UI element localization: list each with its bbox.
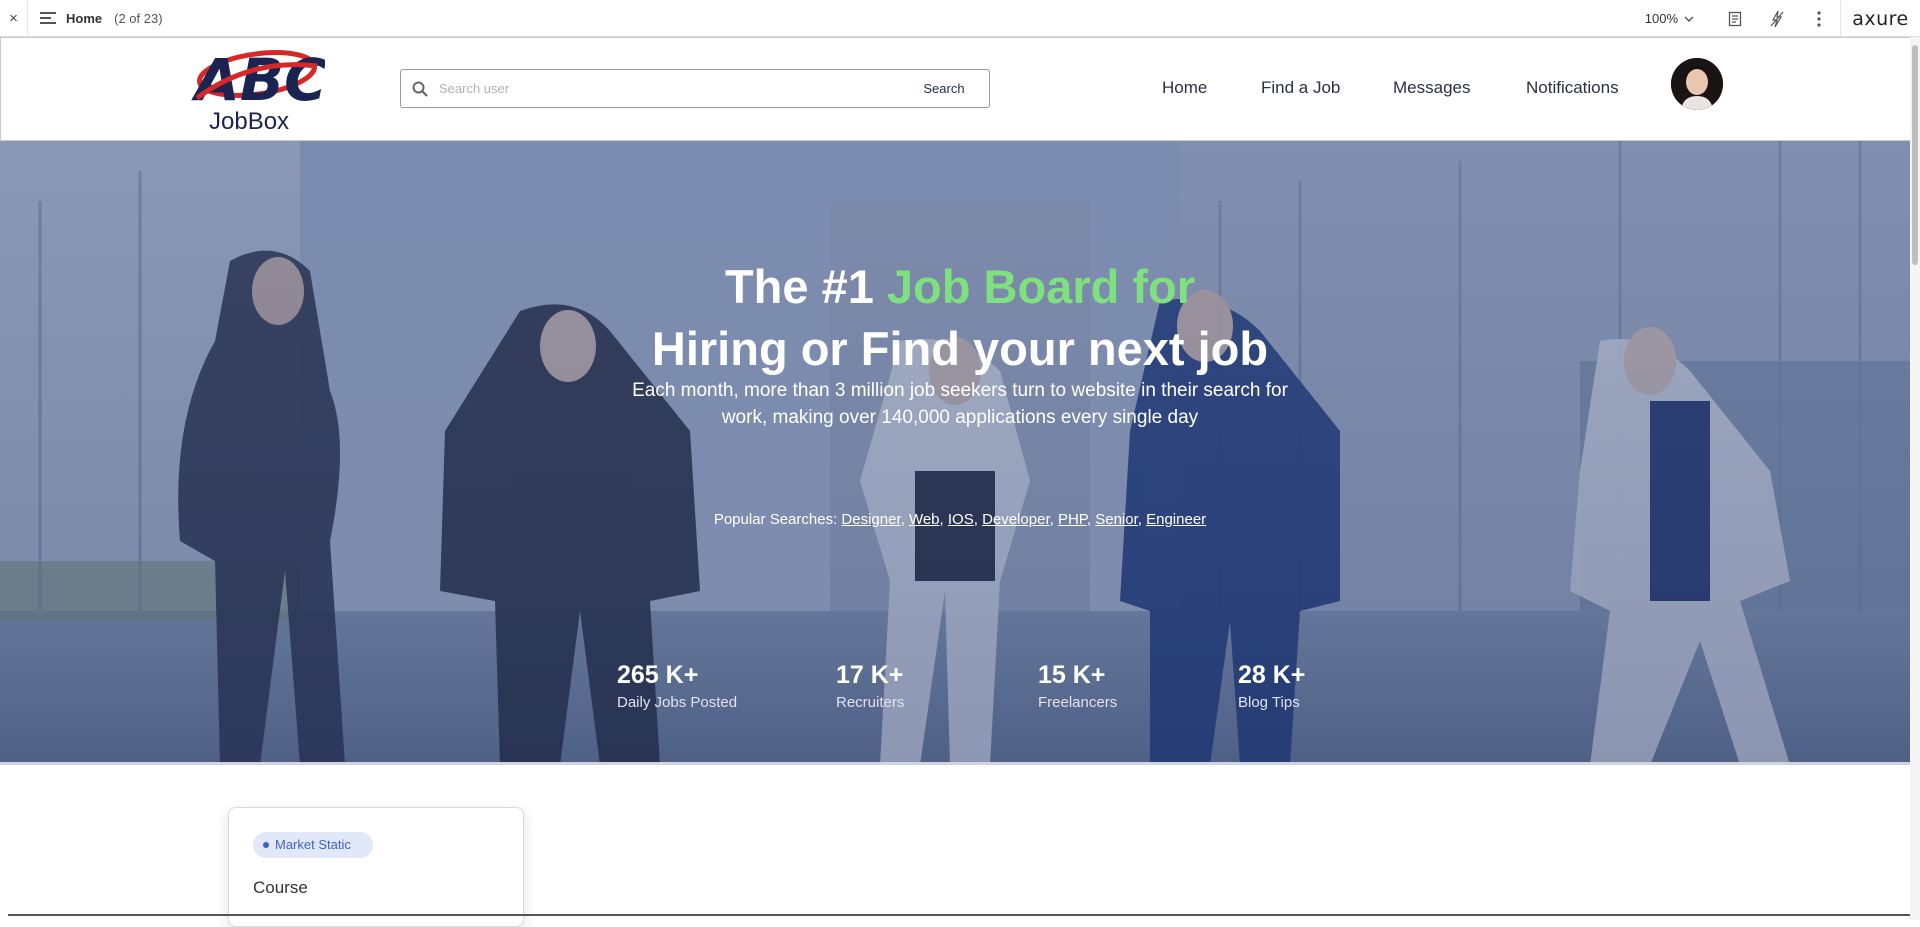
stat-freelancers: 15 K+ Freelancers	[1038, 661, 1117, 711]
popular-tag-ios[interactable]: IOS	[948, 511, 974, 528]
scrollbar-thumb[interactable]	[1912, 45, 1918, 265]
axure-logo: axure	[1840, 0, 1920, 37]
market-static-card: Market Static Course	[228, 807, 524, 927]
abc-logo-icon: ABC	[191, 46, 325, 108]
popular-tag-developer[interactable]: Developer	[982, 511, 1050, 528]
nav-find-a-job[interactable]: Find a Job	[1261, 78, 1340, 98]
popular-searches: Popular Searches: Designer, Web, IOS, De…	[713, 511, 1207, 528]
chevron-down-icon	[1684, 16, 1694, 22]
stat-value: 265 K+	[617, 661, 699, 689]
page-name: Home	[66, 10, 103, 26]
hero-banner: The #1 Job Board for Hiring or Find your…	[0, 141, 1920, 765]
interactions-icon[interactable]	[1756, 0, 1798, 37]
stat-blog-tips: 28 K+ Blog Tips	[1238, 661, 1305, 711]
hero-title-line1: The #1 Job Board for	[0, 259, 1920, 314]
hero-lead: Each month, more than 3 million job seek…	[0, 377, 1920, 431]
popular-tag-web[interactable]: Web	[909, 511, 940, 528]
prototype-page: ABC JobBox Search Home Find a Job Messag…	[0, 37, 1920, 920]
hero-title-line2: Hiring or Find your next job	[651, 322, 1269, 375]
search-icon	[401, 81, 439, 97]
search-input[interactable]	[439, 81, 899, 96]
hero-overlay	[0, 141, 1920, 762]
sitemap-menu-icon[interactable]	[40, 12, 56, 24]
search-bar: Search	[400, 69, 990, 108]
axure-toolbar: × Home (2 of 23) 100% axure	[0, 0, 1920, 37]
stat-value: 28 K+	[1238, 661, 1306, 689]
stat-label: Freelancers	[1038, 694, 1118, 711]
zoom-value: 100%	[1644, 11, 1678, 26]
stat-label: Recruiters	[836, 694, 905, 711]
hero-title-part1: The #1	[724, 260, 887, 313]
more-options-icon[interactable]	[1798, 0, 1840, 37]
stat-daily-jobs: 265 K+ Daily Jobs Posted	[617, 661, 737, 711]
popular-tag-designer[interactable]: Designer	[841, 511, 900, 528]
stat-label: Blog Tips	[1238, 694, 1300, 711]
search-button[interactable]: Search	[899, 81, 989, 96]
stat-label: Daily Jobs Posted	[617, 694, 738, 711]
market-static-badge: Market Static	[253, 832, 373, 858]
brand-logo[interactable]: ABC JobBox	[191, 46, 331, 136]
vertical-scrollbar[interactable]	[1910, 37, 1920, 920]
nav-home[interactable]: Home	[1162, 78, 1207, 98]
hero-title-accent: Job Board for	[886, 260, 1196, 313]
stat-recruiters: 17 K+ Recruiters	[836, 661, 904, 711]
popular-tag-senior[interactable]: Senior	[1095, 511, 1138, 528]
page-count: (2 of 23)	[114, 10, 163, 26]
stat-value: 17 K+	[836, 661, 904, 689]
hero-lead-line2: work, making over 140,000 applications e…	[721, 407, 1199, 428]
hero-lead-line1: Each month, more than 3 million job seek…	[632, 380, 1288, 401]
zoom-dropdown[interactable]: 100%	[1645, 11, 1694, 26]
card-title: Course	[253, 878, 308, 897]
popular-searches-label: Popular Searches:	[713, 511, 842, 528]
nav-messages[interactable]: Messages	[1393, 78, 1470, 98]
popular-tag-engineer[interactable]: Engineer	[1146, 511, 1206, 528]
svg-text:ABC: ABC	[191, 46, 325, 108]
brand-name: JobBox	[209, 108, 290, 135]
close-icon[interactable]: ×	[0, 0, 28, 37]
user-avatar[interactable]	[1671, 58, 1723, 110]
site-header: ABC JobBox Search Home Find a Job Messag…	[0, 37, 1920, 141]
popular-tag-php[interactable]: PHP	[1058, 511, 1087, 528]
section-divider	[8, 914, 1912, 916]
stat-value: 15 K+	[1038, 661, 1106, 689]
notes-icon[interactable]	[1714, 0, 1756, 37]
nav-notifications[interactable]: Notifications	[1526, 78, 1619, 98]
